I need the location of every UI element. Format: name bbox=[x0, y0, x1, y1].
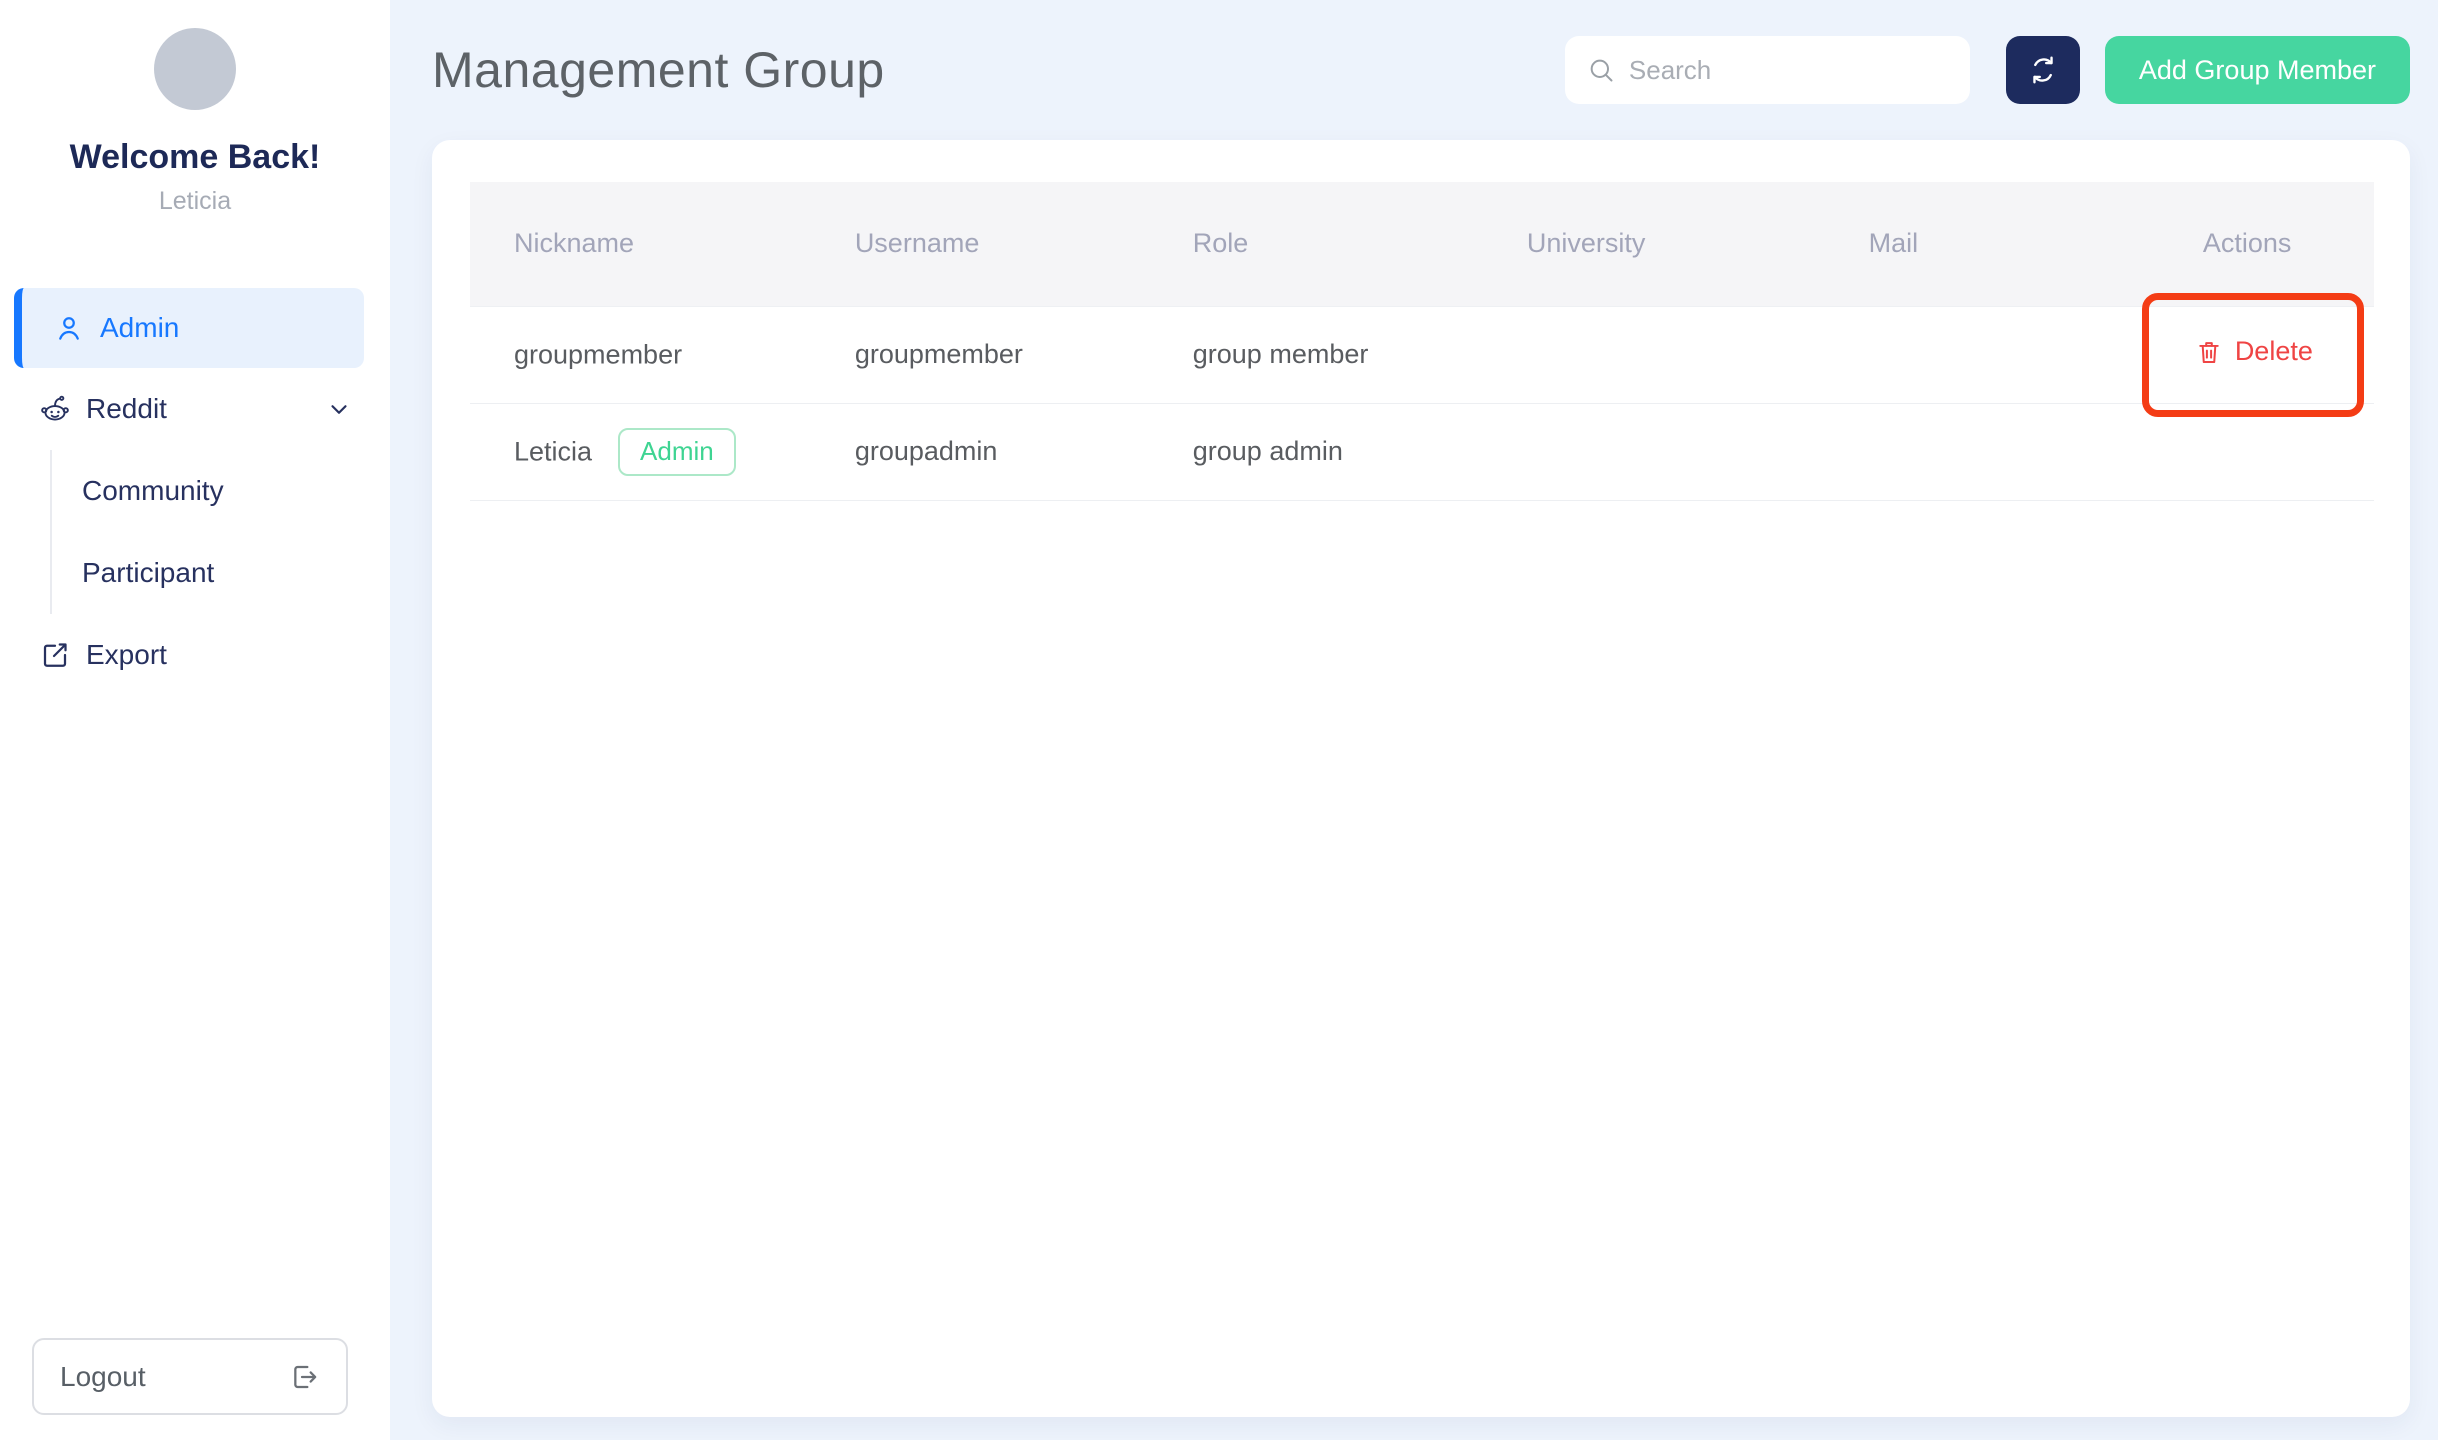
cell-mail bbox=[1824, 305, 2159, 404]
cell-university bbox=[1482, 403, 1825, 501]
cell-role: group admin bbox=[1148, 403, 1483, 501]
logout-button[interactable]: Logout bbox=[32, 1338, 348, 1415]
column-header-mail: Mail bbox=[1824, 182, 2159, 306]
sidebar-item-participant[interactable]: Participant bbox=[52, 532, 390, 614]
group-table-card: Nickname Username Role University Mail A… bbox=[432, 140, 2410, 1417]
sidebar-item-label: Reddit bbox=[86, 393, 167, 424]
reddit-icon bbox=[40, 394, 70, 424]
chevron-down-icon bbox=[326, 396, 352, 422]
group-members-table: Nickname Username Role University Mail A… bbox=[470, 182, 2374, 501]
cell-role: group member bbox=[1148, 305, 1483, 404]
sidebar-item-label: Participant bbox=[82, 557, 215, 588]
sidebar: Welcome Back! Leticia Admin Reddit Commu… bbox=[0, 0, 390, 1440]
search-icon bbox=[1587, 56, 1615, 84]
main-content: Management Group Search Add Group Member… bbox=[390, 0, 2438, 1440]
column-header-university: University bbox=[1482, 182, 1825, 306]
table-row: Leticia Admin groupadmin group admin bbox=[470, 403, 2374, 501]
column-header-actions: Actions bbox=[2158, 182, 2374, 306]
avatar bbox=[154, 28, 236, 110]
refresh-button[interactable] bbox=[2005, 36, 2080, 104]
table-header-row: Nickname Username Role University Mail A… bbox=[470, 182, 2374, 306]
cell-actions: Delete bbox=[2158, 305, 2374, 404]
cell-username: groupmember bbox=[810, 305, 1149, 404]
topbar: Management Group Search Add Group Member bbox=[432, 0, 2438, 140]
sidebar-item-community[interactable]: Community bbox=[52, 450, 390, 532]
logout-icon bbox=[288, 1361, 320, 1393]
cell-nickname: Leticia Admin bbox=[470, 403, 811, 501]
sidebar-menu: Admin Reddit Community Participant Expor… bbox=[0, 288, 390, 696]
delete-label: Delete bbox=[2234, 336, 2313, 367]
refresh-icon bbox=[2027, 54, 2059, 86]
sidebar-item-label: Community bbox=[82, 475, 224, 506]
sidebar-item-reddit[interactable]: Reddit bbox=[0, 368, 390, 450]
sidebar-item-admin[interactable]: Admin bbox=[14, 288, 364, 368]
search-box bbox=[1564, 36, 1970, 104]
table-row: groupmember groupmember group member Del… bbox=[470, 305, 2374, 404]
delete-button[interactable]: Delete bbox=[2195, 336, 2313, 367]
sidebar-item-label: Export bbox=[86, 639, 167, 670]
cell-nickname: groupmember bbox=[470, 305, 811, 404]
search-input[interactable] bbox=[1628, 54, 1964, 86]
reddit-submenu: Community Participant bbox=[50, 450, 390, 614]
add-group-member-button[interactable]: Add Group Member bbox=[2104, 36, 2410, 104]
trash-icon bbox=[2195, 338, 2223, 366]
cell-mail bbox=[1824, 403, 2159, 501]
page-title: Management Group bbox=[432, 42, 885, 98]
column-header-nickname: Nickname bbox=[470, 182, 811, 306]
cell-university bbox=[1482, 305, 1825, 404]
admin-badge: Admin bbox=[618, 427, 736, 476]
sidebar-item-export[interactable]: Export bbox=[0, 614, 390, 696]
sidebar-item-label: Admin bbox=[100, 312, 180, 343]
welcome-heading: Welcome Back! bbox=[69, 138, 321, 176]
logout-label: Logout bbox=[60, 1360, 146, 1392]
current-user-name: Leticia bbox=[158, 187, 232, 215]
export-icon bbox=[40, 640, 70, 670]
column-header-username: Username bbox=[810, 182, 1149, 306]
column-header-role: Role bbox=[1148, 182, 1483, 306]
user-icon bbox=[54, 313, 84, 343]
cell-actions bbox=[2158, 403, 2374, 501]
topbar-actions: Add Group Member bbox=[1564, 36, 2410, 104]
cell-username: groupadmin bbox=[810, 403, 1149, 501]
